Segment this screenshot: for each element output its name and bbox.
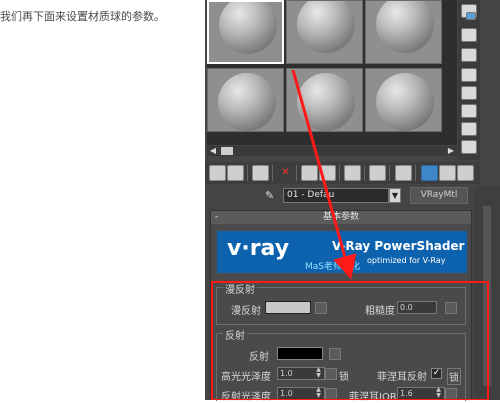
pick-material-icon[interactable] (457, 165, 474, 181)
reflect-map-button[interactable] (329, 348, 341, 360)
fresnel-ior-label: 菲涅耳IOR (349, 392, 397, 403)
toolbar-divider (247, 165, 248, 181)
hilight-gloss-map-button[interactable] (325, 368, 337, 380)
fresnel-lock-button[interactable]: 锁 (447, 368, 461, 385)
hilight-gloss-label: 高光光泽度 (221, 372, 271, 383)
toolbar-divider (415, 165, 416, 181)
scroll-thumb[interactable] (221, 147, 233, 155)
banner-credit: MaS老师汉化 (305, 262, 360, 272)
delete-icon[interactable]: ✕ (277, 165, 294, 181)
diffuse-group: 漫反射 漫反射 粗糙度 0.0 (216, 281, 466, 325)
toolbar-divider (296, 165, 297, 181)
fresnel-label: 菲涅耳反射 (377, 372, 427, 383)
go-forward-sibling-icon[interactable] (439, 165, 456, 181)
reflection-group-title: 反射 (223, 327, 247, 342)
assign-material-icon[interactable] (252, 165, 269, 181)
hilight-lock-label: 锁 (339, 372, 349, 383)
banner-title: V-Ray PowerShader (332, 239, 465, 253)
roughness-spinner[interactable]: 0.0 (397, 301, 437, 314)
reflect-color-swatch[interactable] (277, 347, 323, 360)
panel-scrollbar[interactable] (475, 186, 500, 400)
put-to-scene-icon[interactable] (227, 165, 244, 181)
put-to-library-icon[interactable] (319, 165, 336, 181)
get-material-icon[interactable] (209, 165, 226, 181)
diffuse-label: 漫反射 (231, 306, 261, 317)
vray-banner: v·ray V-Ray PowerShader MaS老师汉化 optimize… (217, 231, 467, 273)
sample-slots (207, 0, 457, 145)
options-icon[interactable] (461, 122, 477, 136)
sample-sphere (297, 73, 355, 131)
scroll-left-icon[interactable]: ◀ (207, 146, 219, 156)
select-by-material-icon[interactable] (461, 140, 477, 154)
scroll-right-icon[interactable]: ▶ (445, 146, 457, 156)
sample-sphere (219, 2, 277, 54)
backlight-icon[interactable] (461, 28, 477, 42)
toolbar-divider (272, 165, 273, 181)
sample-slot[interactable] (286, 0, 363, 64)
collapse-icon[interactable]: - (215, 211, 218, 224)
basic-parameters-panel: - 基本参数 v·ray V-Ray PowerShader MaS老师汉化 o… (210, 210, 472, 403)
material-toolbar: ✕ (205, 162, 480, 184)
sample-slot[interactable] (207, 68, 284, 132)
sample-sphere (376, 1, 434, 53)
toolbar-divider (339, 165, 340, 181)
spinner-arrows-icon[interactable]: ▲ ▼ (435, 387, 442, 400)
show-map-icon[interactable] (369, 165, 386, 181)
roughness-label: 粗糙度 (365, 306, 395, 317)
reflection-group: 反射 反射 高光光泽度 1.0 ▲ ▼ 锁 菲涅耳反射 ✓ 锁 反射光泽度 1.0… (216, 327, 466, 403)
make-preview-icon[interactable] (461, 104, 477, 118)
fresnel-ior-map-button[interactable] (445, 388, 457, 400)
sample-sphere (376, 73, 434, 131)
refl-gloss-map-button[interactable] (325, 388, 337, 400)
toolbar-divider (364, 165, 365, 181)
video-color-icon[interactable] (461, 86, 477, 100)
material-effects-icon[interactable] (344, 165, 361, 181)
diffuse-map-button[interactable] (315, 302, 327, 314)
sample-sphere (297, 1, 355, 53)
material-name-field[interactable]: 01 - Defau (283, 188, 389, 203)
roughness-map-button[interactable] (445, 302, 457, 314)
rollout-title: 基本参数 (322, 212, 359, 222)
eyedropper-icon[interactable]: ✎ (265, 189, 277, 203)
sample-slot[interactable] (365, 0, 442, 64)
sample-sphere (218, 73, 276, 131)
chevron-down-icon[interactable]: ▼ (389, 188, 401, 203)
sample-slot[interactable] (207, 0, 284, 64)
spinner-arrows-icon[interactable]: ▲ ▼ (315, 387, 322, 400)
toolbar-divider (389, 165, 390, 181)
fresnel-checkbox[interactable]: ✓ (431, 368, 442, 379)
sample-slot[interactable] (365, 68, 442, 132)
banner-subtitle: optimized for V-Ray (367, 256, 446, 265)
material-editor: ◀ ▶ ✕ ✎ 01 - Defau ▼ VRayMtl - 基本参数 v·ra… (205, 0, 500, 403)
sample-uv-icon[interactable] (461, 68, 477, 82)
go-to-parent-icon[interactable] (421, 165, 438, 181)
diffuse-color-swatch[interactable] (265, 301, 311, 314)
checker-icon[interactable] (461, 48, 477, 62)
side-toolbar (458, 0, 480, 160)
scroll-track[interactable] (483, 206, 491, 386)
show-end-result-icon[interactable] (395, 165, 412, 181)
material-type-button[interactable]: VRayMtl (410, 187, 468, 204)
rollout-header[interactable]: - 基本参数 (211, 211, 471, 224)
tutorial-text: 我们再下面来设置材质球的参数。 (0, 10, 165, 23)
make-unique-icon[interactable] (301, 165, 318, 181)
spinner-arrows-icon[interactable]: ▲ ▼ (315, 367, 322, 380)
refl-gloss-label: 反射光泽度 (221, 392, 271, 403)
slots-scrollbar[interactable]: ◀ ▶ (207, 146, 457, 156)
material-name-row: ✎ 01 - Defau ▼ VRayMtl (205, 186, 500, 206)
vray-logo: v·ray (227, 236, 290, 261)
reflect-label: 反射 (249, 352, 269, 363)
sample-slot[interactable] (286, 68, 363, 132)
sample-sphere-icon[interactable] (466, 12, 476, 20)
diffuse-group-title: 漫反射 (223, 281, 257, 296)
